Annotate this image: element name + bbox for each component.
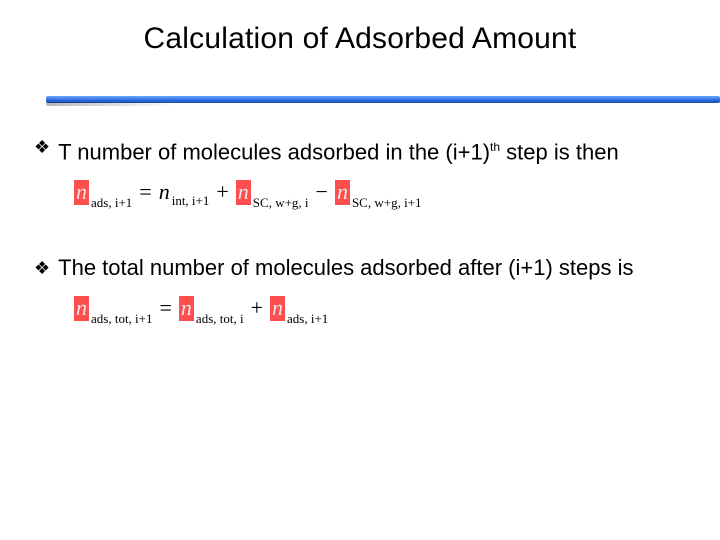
spacer (34, 247, 680, 255)
equation-1: n ads, i+1 = n int, i+1 + n SC, w+g, i −… (74, 179, 680, 205)
eq1-t1-base: n (74, 180, 89, 205)
eq2-t1-sub: ads, tot, i+1 (91, 312, 153, 325)
eq2-term-ntot-i: n ads, tot, i (179, 296, 244, 321)
bullet-icon: ❖ (34, 255, 50, 281)
eq2-term-nads: n ads, i+1 (270, 296, 328, 321)
eq1-t1-sub: ads, i+1 (91, 196, 132, 209)
slide-body: ❖ T number of molecules adsorbed in the … (34, 134, 680, 363)
slide: Calculation of Adsorbed Amount ❖ T numbe… (0, 0, 720, 540)
eq2-t2-base: n (179, 296, 194, 321)
eq1-term-nsc-i1: n SC, w+g, i+1 (335, 180, 422, 205)
eq2-t2-sub: ads, tot, i (196, 312, 244, 325)
bullet-1: ❖ T number of molecules adsorbed in the … (34, 134, 680, 165)
eq1-t4-sub: SC, w+g, i+1 (352, 196, 422, 209)
bullet-2: ❖ The total number of molecules adsorbed… (34, 255, 680, 281)
bullet-icon: ❖ (34, 134, 50, 160)
divider-shadow (46, 102, 176, 106)
bullet-1-text: T number of molecules adsorbed in the (i… (58, 134, 619, 165)
eq2-term-ntot-i1: n ads, tot, i+1 (74, 296, 153, 321)
eq2-t3-base: n (270, 296, 285, 321)
slide-title: Calculation of Adsorbed Amount (0, 0, 720, 56)
eq1-minus: − (316, 179, 328, 205)
bullet-1-post: step is then (500, 139, 619, 164)
eq1-t3-base: n (236, 180, 251, 205)
eq2-equals: = (160, 295, 172, 321)
eq1-plus: + (216, 179, 228, 205)
bullet-2-text: The total number of molecules adsorbed a… (58, 255, 633, 281)
eq1-t4-base: n (335, 180, 350, 205)
equation-2: n ads, tot, i+1 = n ads, tot, i + n ads,… (74, 295, 680, 321)
eq2-t1-base: n (74, 296, 89, 321)
bullet-1-pre: T number of molecules adsorbed in the (i… (58, 139, 490, 164)
eq1-t2-base: n (159, 181, 170, 203)
eq1-t3-sub: SC, w+g, i (253, 196, 309, 209)
eq1-term-nads: n ads, i+1 (74, 180, 132, 205)
eq1-equals: = (139, 179, 151, 205)
eq1-term-nint: n int, i+1 (159, 181, 210, 203)
eq2-t3-sub: ads, i+1 (287, 312, 328, 325)
bullet-1-sup: th (490, 140, 500, 154)
eq1-term-nsc-i: n SC, w+g, i (236, 180, 309, 205)
eq2-plus: + (251, 295, 263, 321)
title-divider (0, 96, 720, 106)
eq1-t2-sub: int, i+1 (172, 194, 210, 207)
